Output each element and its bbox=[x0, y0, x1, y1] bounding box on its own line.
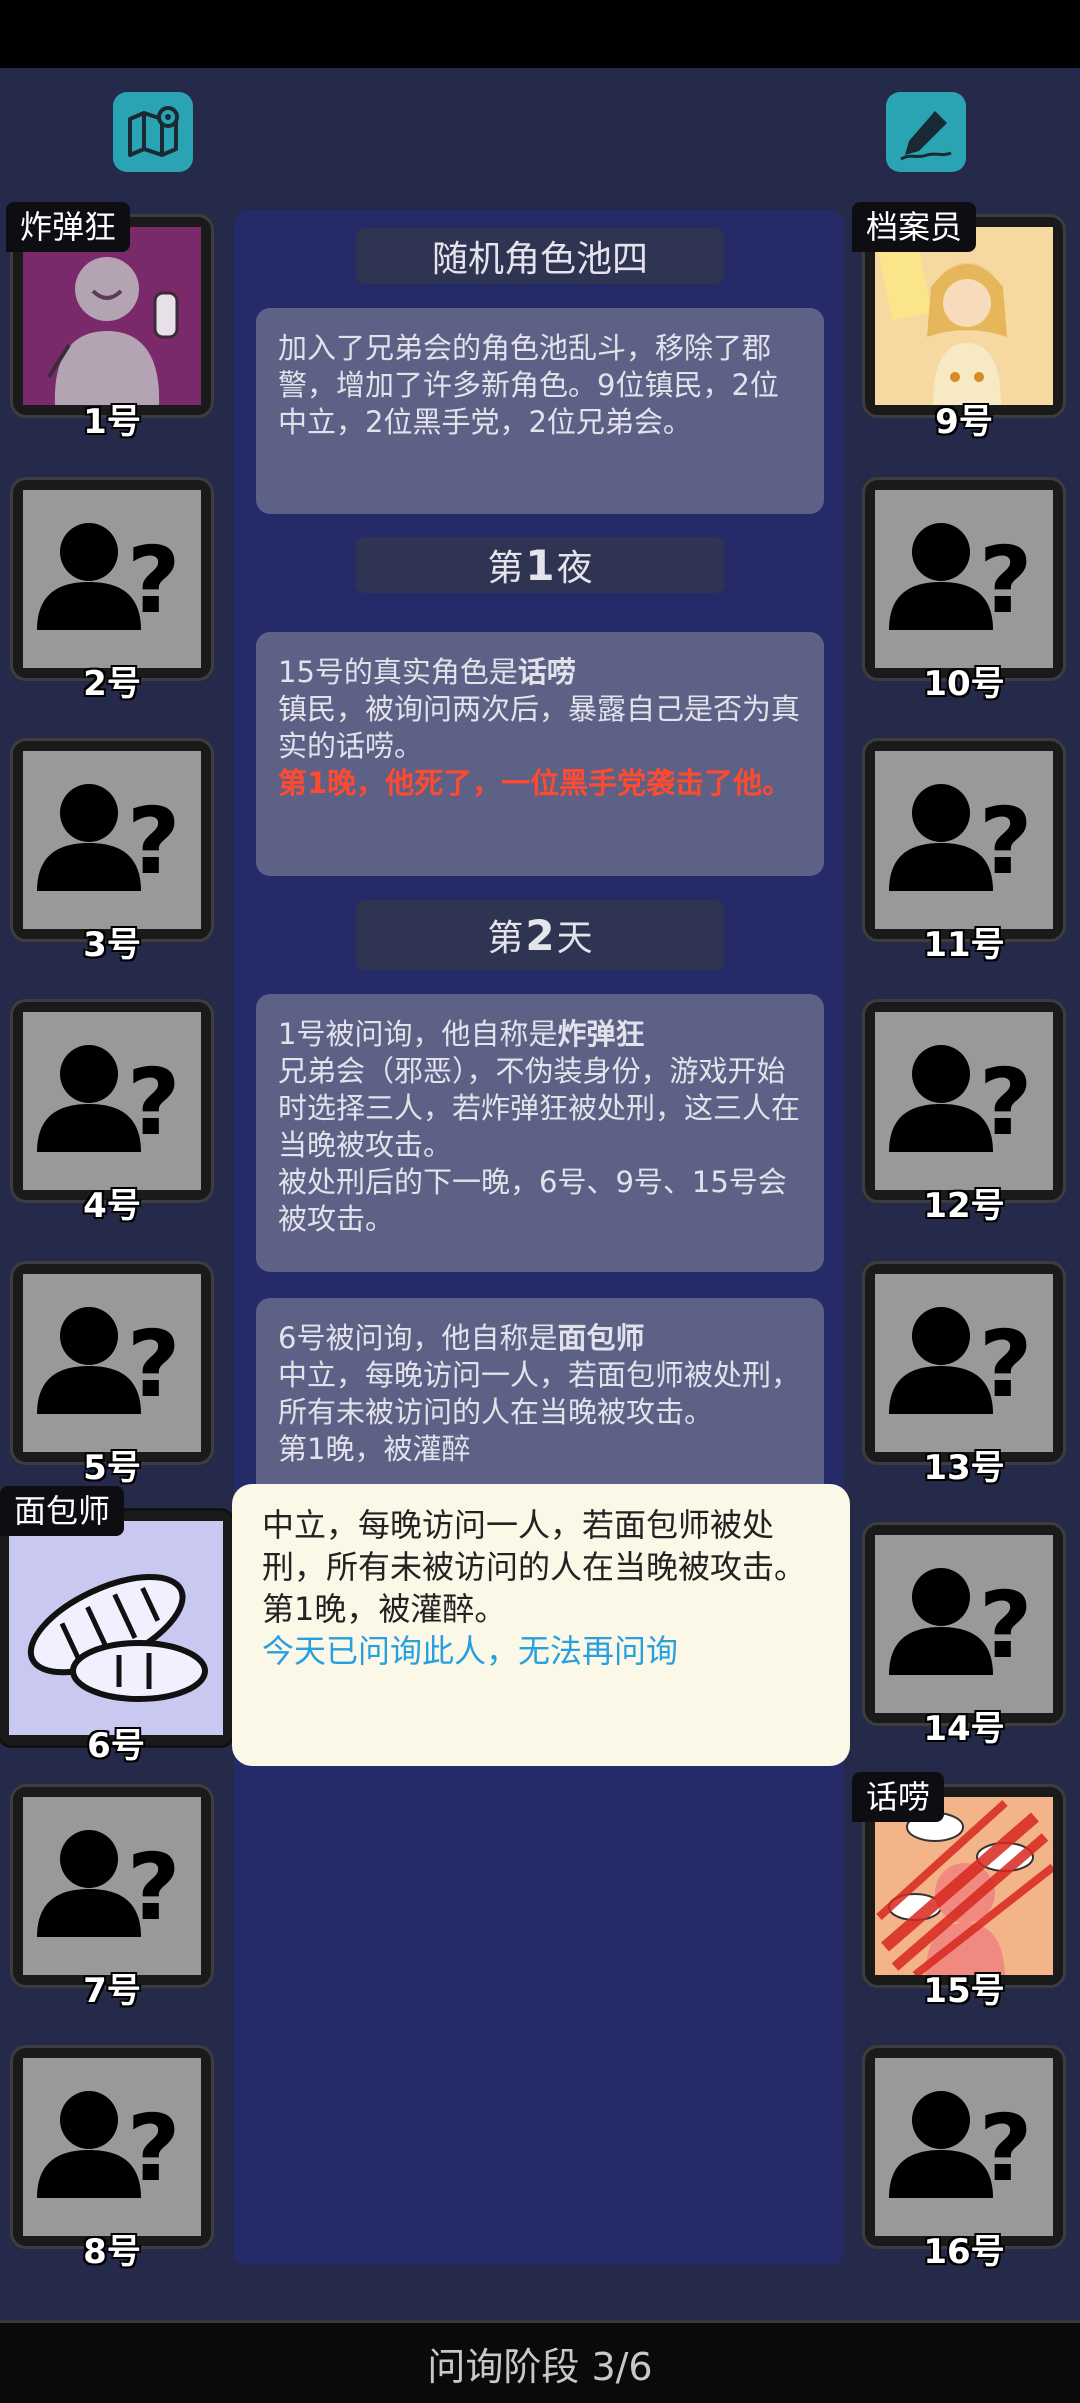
player-9-number: 9号 bbox=[935, 402, 993, 442]
notes-button[interactable] bbox=[886, 92, 966, 172]
entry-1-intro: 1号被问询，他自称是 bbox=[278, 1017, 558, 1051]
player-3-number: 3号 bbox=[83, 925, 141, 965]
player-15-number: 15号 bbox=[923, 1971, 1005, 2011]
player-card-14[interactable] bbox=[862, 1522, 1066, 1726]
pool-title-text: 随机角色池四 bbox=[431, 239, 648, 280]
player-card-11[interactable] bbox=[862, 738, 1066, 942]
player-card-8[interactable] bbox=[10, 2045, 214, 2249]
player-6-role-tag: 面包师 bbox=[0, 1486, 125, 1536]
player-card-6[interactable] bbox=[0, 1508, 236, 1748]
unknown-player-icon bbox=[23, 2058, 201, 2236]
player-card-3[interactable] bbox=[10, 738, 214, 942]
night-1-header: 第1夜 bbox=[356, 537, 724, 593]
entry-1-extra: 被处刑后的下一晚，6号、9号、15号会被攻击。 bbox=[278, 1165, 787, 1236]
player-card-5[interactable] bbox=[10, 1261, 214, 1465]
popup-night-status: 第1晚，被灌醉。 bbox=[262, 1590, 507, 1628]
pen-icon bbox=[900, 111, 952, 161]
player-14-number: 14号 bbox=[923, 1709, 1005, 1749]
bomber-portrait bbox=[47, 257, 179, 405]
unknown-player-icon bbox=[875, 2058, 1053, 2236]
unknown-player-icon bbox=[875, 1535, 1053, 1713]
pool-description: 加入了兄弟会的角色池乱斗，移除了郡警，增加了许多新角色。9位镇民，2位中立，2位… bbox=[256, 308, 824, 514]
log-entry-15: 15号的真实角色是话唠 镇民，被询问两次后，暴露自己是否为真实的话唠。 第1晚，… bbox=[256, 632, 824, 876]
popup-notice: 今天已问询此人，无法再问询 bbox=[262, 1632, 679, 1670]
unknown-player-icon bbox=[23, 751, 201, 929]
unknown-player-icon bbox=[23, 490, 201, 668]
player-card-13[interactable] bbox=[862, 1261, 1066, 1465]
role-info-popup[interactable]: 中立，每晚访问一人，若面包师被处刑，所有未被访问的人在当晚被攻击。 第1晚，被灌… bbox=[232, 1484, 850, 1766]
player-5-number: 5号 bbox=[83, 1448, 141, 1488]
player-1-number: 1号 bbox=[83, 402, 141, 442]
player-12-number: 12号 bbox=[923, 1186, 1005, 1226]
player-1-role-tag: 炸弹狂 bbox=[6, 202, 131, 252]
map-pin-icon bbox=[128, 106, 179, 157]
phase-text: 问询阶段 3/6 bbox=[427, 2344, 653, 2389]
entry-1-desc: 兄弟会（邪恶），不伪装身份，游戏开始时选择三人，若炸弹狂被处刑，这三人在当晚被攻… bbox=[278, 1054, 801, 1162]
entry-15-role: 话唠 bbox=[517, 655, 576, 689]
entry-15-intro: 15号的真实角色是 bbox=[278, 655, 518, 689]
unknown-player-icon bbox=[875, 490, 1053, 668]
entry-6-tail: 第1晚，被灌醉 bbox=[278, 1432, 471, 1466]
player-card-16[interactable] bbox=[862, 2045, 1066, 2249]
log-entry-1: 1号被问询，他自称是炸弹狂 兄弟会（邪恶），不伪装身份，游戏开始时选择三人，若炸… bbox=[256, 994, 824, 1272]
entry-6-role: 面包师 bbox=[557, 1321, 645, 1355]
unknown-player-icon bbox=[23, 1012, 201, 1190]
player-card-4[interactable] bbox=[10, 999, 214, 1203]
entry-15-death: 第1晚，他死了，一位黑手党袭击了他。 bbox=[278, 766, 792, 800]
player-2-number: 2号 bbox=[83, 664, 141, 704]
entry-15-desc: 镇民，被询问两次后，暴露自己是否为真实的话唠。 bbox=[278, 692, 801, 763]
player-8-number: 8号 bbox=[83, 2232, 141, 2272]
entry-1-role: 炸弹狂 bbox=[557, 1017, 645, 1051]
night-suffix: 夜 bbox=[556, 548, 593, 589]
unknown-player-icon bbox=[875, 1012, 1053, 1190]
entry-6-desc: 中立，每晚访问一人，若面包师被处刑，所有未被访问的人在当晚被攻击。 bbox=[278, 1358, 801, 1429]
day-2-header: 第2天 bbox=[356, 900, 724, 970]
player-15-role-tag: 话唠 bbox=[852, 1772, 945, 1822]
archivist-portrait bbox=[878, 243, 1007, 405]
unknown-player-icon bbox=[875, 1274, 1053, 1452]
phase-status-bar: 问询阶段 3/6 bbox=[0, 2320, 1080, 2403]
day-number: 2 bbox=[525, 910, 555, 960]
popup-description: 中立，每晚访问一人，若面包师被处刑，所有未被访问的人在当晚被攻击。 bbox=[262, 1506, 807, 1586]
day-prefix: 第 bbox=[487, 918, 524, 959]
player-4-number: 4号 bbox=[83, 1186, 141, 1226]
map-button[interactable] bbox=[113, 92, 193, 172]
player-7-number: 7号 bbox=[83, 1971, 141, 2011]
player-6-number: 6号 bbox=[87, 1726, 145, 1766]
day-suffix: 天 bbox=[556, 918, 593, 959]
unknown-player-icon bbox=[23, 1797, 201, 1975]
player-13-number: 13号 bbox=[923, 1448, 1005, 1488]
player-10-number: 10号 bbox=[923, 664, 1005, 704]
log-entry-6: 6号被问询，他自称是面包师 中立，每晚访问一人，若面包师被处刑，所有未被访问的人… bbox=[256, 1298, 824, 1498]
status-bar bbox=[0, 0, 1080, 68]
player-card-10[interactable] bbox=[862, 477, 1066, 681]
player-card-7[interactable] bbox=[10, 1784, 214, 1988]
pool-title: 随机角色池四 bbox=[356, 228, 724, 284]
player-11-number: 11号 bbox=[923, 925, 1005, 965]
unknown-player-icon bbox=[875, 751, 1053, 929]
bread-icon bbox=[27, 1574, 208, 1702]
night-prefix: 第 bbox=[487, 548, 524, 589]
player-16-number: 16号 bbox=[923, 2232, 1005, 2272]
player-card-2[interactable] bbox=[10, 477, 214, 681]
player-card-12[interactable] bbox=[862, 999, 1066, 1203]
pool-description-text: 加入了兄弟会的角色池乱斗，移除了郡警，增加了许多新角色。9位镇民，2位中立，2位… bbox=[278, 331, 779, 439]
night-number: 1 bbox=[525, 540, 555, 590]
unknown-player-icon bbox=[23, 1274, 201, 1452]
entry-6-intro: 6号被问询，他自称是 bbox=[278, 1321, 558, 1355]
player-9-role-tag: 档案员 bbox=[852, 202, 977, 252]
chatterbox-portrait-dead bbox=[876, 1800, 1053, 1975]
